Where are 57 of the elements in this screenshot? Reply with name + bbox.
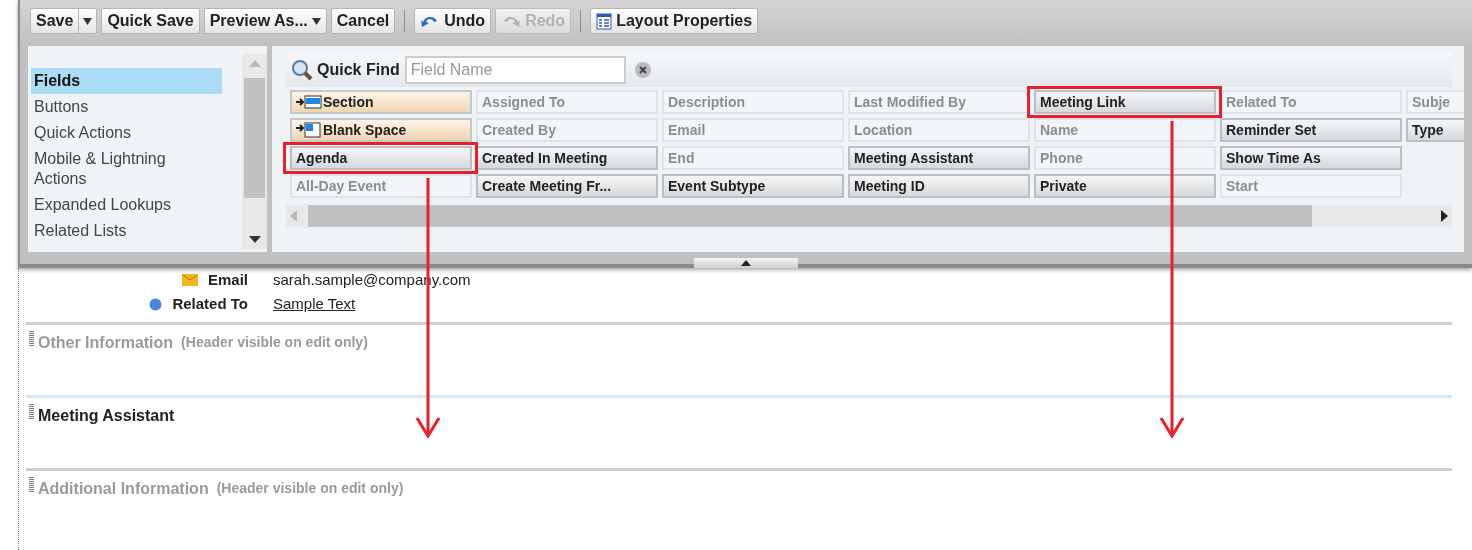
scroll-thumb[interactable] bbox=[244, 78, 265, 198]
category-item[interactable]: Expanded Lookups bbox=[31, 192, 222, 218]
field-label: Email bbox=[207, 269, 249, 290]
field-item[interactable]: Created In Meeting bbox=[476, 146, 658, 170]
field-item[interactable]: Type bbox=[1406, 118, 1464, 142]
clear-icon[interactable] bbox=[633, 60, 652, 79]
field-item[interactable]: Reminder Set bbox=[1220, 118, 1402, 142]
field-item[interactable]: Agenda bbox=[290, 146, 472, 170]
drag-handle-icon bbox=[29, 477, 34, 494]
section-title: Other Information bbox=[38, 333, 174, 353]
field-item[interactable]: Event Subtype bbox=[662, 174, 844, 198]
collapse-tab[interactable] bbox=[694, 258, 798, 268]
section-note: (Header visible on edit only) bbox=[216, 479, 404, 498]
section-title: Meeting Assistant bbox=[38, 406, 175, 426]
preview-button[interactable]: Preview As... bbox=[203, 8, 327, 34]
layout-properties-button[interactable]: Layout Properties bbox=[590, 8, 759, 34]
category-item[interactable]: Mobile & Lightning Actions bbox=[31, 146, 222, 192]
envelope-icon bbox=[181, 274, 198, 286]
quick-find-label: Quick Find bbox=[317, 59, 400, 80]
category-item[interactable]: Related Lists bbox=[31, 218, 222, 244]
section-icon bbox=[296, 95, 322, 109]
drag-handle-icon bbox=[29, 331, 34, 348]
blank-space-icon bbox=[296, 122, 322, 138]
field-item[interactable]: Create Meeting Fr... bbox=[476, 174, 658, 198]
scroll-right-icon[interactable] bbox=[1441, 210, 1448, 222]
field-label: Related To bbox=[172, 293, 249, 314]
drag-handle-icon bbox=[29, 404, 34, 421]
scroll-left-icon[interactable] bbox=[290, 210, 297, 222]
field-item[interactable]: Show Time As bbox=[1220, 146, 1402, 170]
toolbar-button[interactable]: Quick Save bbox=[101, 8, 200, 34]
field-item[interactable]: Meeting Assistant bbox=[848, 146, 1030, 170]
scrollbar[interactable] bbox=[242, 54, 267, 249]
dot-icon bbox=[149, 297, 163, 311]
table-icon bbox=[596, 12, 613, 30]
caret-icon bbox=[83, 17, 93, 25]
search-icon bbox=[290, 57, 314, 82]
caret-icon bbox=[311, 17, 321, 25]
undo-button[interactable]: Undo bbox=[414, 8, 492, 34]
field-name-input[interactable]: Field Name bbox=[404, 55, 626, 84]
field-link[interactable]: Sample Text bbox=[273, 292, 356, 316]
toolbar-button[interactable]: Cancel bbox=[330, 8, 396, 34]
category-item[interactable]: Buttons bbox=[31, 94, 222, 120]
field-item[interactable]: Private bbox=[1034, 174, 1216, 198]
category-item[interactable]: Fields bbox=[31, 68, 222, 94]
scroll-down-icon[interactable] bbox=[248, 236, 261, 243]
field-item[interactable]: Section bbox=[290, 90, 472, 114]
field-item[interactable]: Meeting ID bbox=[848, 174, 1030, 198]
layout-section[interactable]: Meeting Assistant bbox=[26, 395, 1452, 468]
caret-up-icon bbox=[741, 260, 751, 266]
save-button[interactable]: Save bbox=[30, 8, 79, 34]
field-item[interactable]: Blank Space bbox=[290, 118, 472, 142]
section-note: (Header visible on edit only) bbox=[181, 333, 368, 352]
section-title: Additional Information bbox=[38, 479, 209, 499]
field-item[interactable]: Meeting Link bbox=[1034, 90, 1216, 114]
category-item[interactable]: Quick Actions bbox=[31, 120, 222, 146]
scroll-up-icon[interactable] bbox=[248, 60, 261, 67]
save-menu-button[interactable] bbox=[78, 8, 98, 34]
